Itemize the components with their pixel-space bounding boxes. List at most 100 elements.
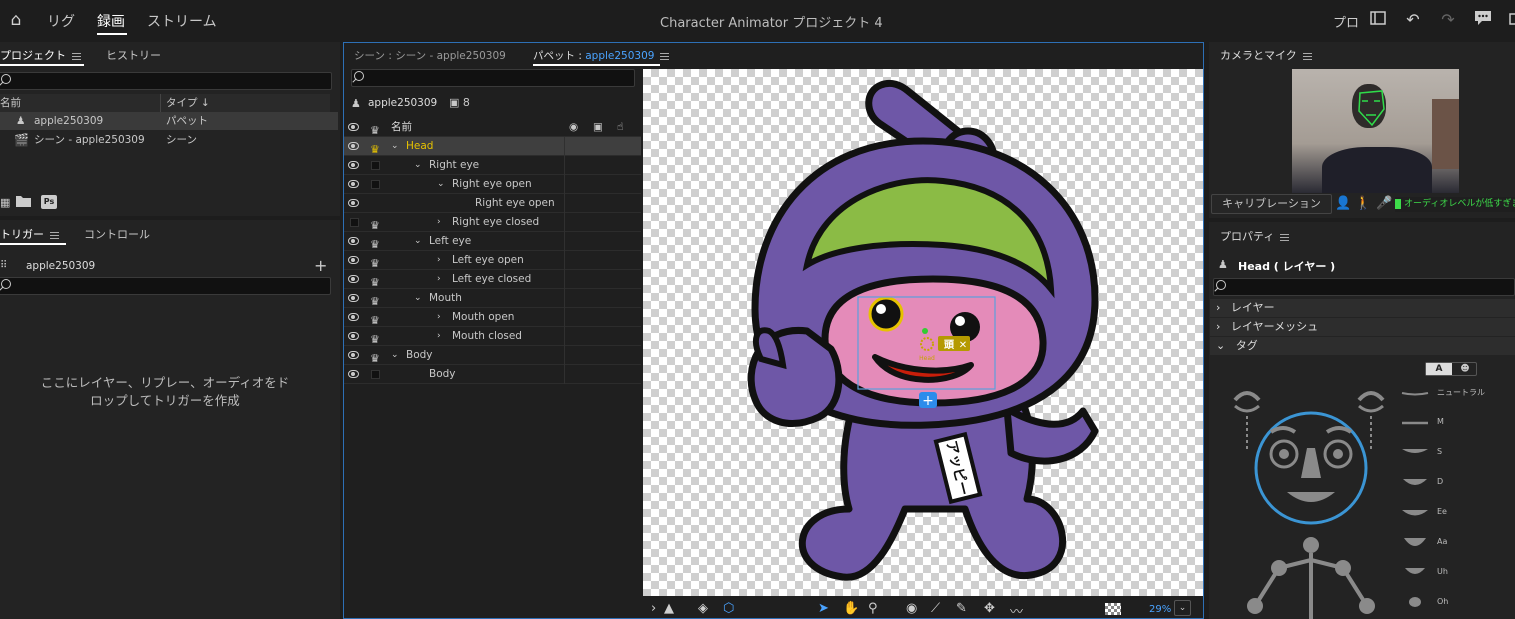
eye-icon[interactable] [348,199,359,207]
viseme-m-icon[interactable] [1400,419,1430,427]
eye-icon[interactable] [348,142,359,150]
chevron-right-icon[interactable]: › [437,308,441,327]
workspace-label[interactable]: プロ [1333,12,1359,31]
close-icon[interactable]: ✕ [959,340,967,351]
eye-icon[interactable] [348,351,359,359]
tab-puppet[interactable]: パペット : apple250309 [533,48,670,63]
layer-row[interactable]: ♛ › Mouth closed [344,327,641,346]
tab-record[interactable]: 録画 [97,11,125,31]
tab-trigger[interactable]: トリガー [0,226,59,242]
mesh-icon[interactable]: ◈ [698,601,708,616]
menu-icon[interactable] [50,231,59,239]
eye-icon[interactable] [348,370,359,378]
layer-row[interactable]: ♛ ⌄ Body [344,346,641,365]
eye-icon[interactable] [348,275,359,283]
panel-layout-icon[interactable] [1368,10,1388,30]
viseme-s-icon[interactable] [1400,447,1430,457]
viseme-uh-icon[interactable] [1400,566,1430,578]
text-view-button[interactable]: A [1426,363,1452,375]
project-item-scene[interactable]: 🎬 シーン - apple250309 シーン [0,131,338,149]
menu-icon[interactable] [72,52,81,60]
viseme-ee-icon[interactable] [1400,507,1430,519]
chevron-down-icon[interactable]: ⌄ [391,346,399,365]
tab-control[interactable]: コントロール [84,226,150,242]
stick-tool-icon[interactable]: ⟋ [931,601,940,616]
origin-icon[interactable]: ◉ [569,118,578,137]
new-item-icon[interactable]: ▦ [0,196,10,209]
tab-rig[interactable]: リグ [47,11,75,31]
handle-tool-icon[interactable]: ✥ [984,601,995,616]
tag-icon[interactable]: ▣ [593,118,603,137]
layer-row[interactable]: ♛ › Mouth open [344,308,641,327]
eye-icon[interactable] [348,313,359,321]
chevron-down-icon[interactable]: ⌄ [414,232,422,251]
dragger-tool-icon[interactable]: 〰 [1010,601,1023,619]
trigger-search-input[interactable] [0,277,331,295]
body-tracking-icon[interactable]: 🚶 [1355,196,1371,211]
viseme-d-icon[interactable] [1400,477,1430,489]
photoshop-icon[interactable]: Ps [41,195,57,209]
layer-row[interactable]: ♛ › Left eye open [344,251,641,270]
eye-icon[interactable] [348,123,359,131]
microphone-icon[interactable]: 🎤 [1376,196,1392,211]
transparency-grid-icon[interactable] [1105,603,1121,615]
layer-row[interactable]: ♛ › Right eye closed [344,213,641,232]
independent-box[interactable] [371,180,380,189]
zoom-tool-icon[interactable]: ⚲ [868,601,878,616]
column-name[interactable]: 名前 [0,94,21,112]
layer-row[interactable]: ♛ ⌄ Mouth [344,289,641,308]
pin-tool-icon[interactable]: ✎ [956,601,967,616]
redo-icon[interactable]: ↷ [1438,10,1458,30]
layer-row[interactable]: ♛ › Left eye closed [344,270,641,289]
eye-icon[interactable] [348,161,359,169]
section-tags[interactable]: ⌄ タグ [1210,337,1515,355]
eye-icon[interactable] [348,237,359,245]
add-trigger-button[interactable]: + [314,256,327,275]
undo-icon[interactable]: ↶ [1403,10,1423,30]
section-layer[interactable]: › レイヤー [1210,299,1515,317]
tag-face-diagram[interactable] [1225,380,1395,619]
warning-icon[interactable]: ▲ [664,601,674,616]
share-icon[interactable] [1505,10,1515,30]
tab-history[interactable]: ヒストリー [106,47,161,63]
chevron-down-icon[interactable]: ⌄ [437,175,445,194]
project-item-puppet[interactable]: ♟ apple250309 パペット [0,112,338,130]
zoom-level[interactable]: 29% [1149,604,1171,615]
layer-row[interactable]: Right eye open [344,194,641,213]
layer-search-input[interactable] [351,69,635,87]
home-icon[interactable]: ⌂ [6,10,26,30]
chevron-right-icon[interactable]: › [437,213,441,232]
column-type[interactable]: タイプ ↓ [160,94,210,112]
viseme-aa-icon[interactable] [1400,536,1430,550]
tab-stream[interactable]: ストリーム [147,11,217,31]
eye-icon[interactable] [348,294,359,302]
chevron-down-icon[interactable]: ⌄ [414,156,422,175]
independent-box[interactable] [371,370,380,379]
viseme-oh-icon[interactable] [1400,596,1430,608]
select-tool-icon[interactable]: ➤ [818,601,829,616]
chevron-right-icon[interactable]: › [437,251,441,270]
face-tracking-icon[interactable]: 👤 [1335,196,1351,211]
zoom-dropdown-icon[interactable]: ⌄ [1174,600,1191,616]
origin-tool-icon[interactable]: ◉ [906,601,917,616]
independent-box[interactable] [371,161,380,170]
visibility-off-box[interactable] [350,218,359,227]
eye-icon[interactable] [348,332,359,340]
chevron-down-icon[interactable]: ⌄ [391,137,399,156]
calibrate-button[interactable]: キャリブレーション [1211,194,1332,214]
layer-row[interactable]: ♛ ⌄ Head [344,137,641,156]
layer-row[interactable]: ♛ ⌄ Left eye [344,232,641,251]
chevron-right-icon[interactable]: › [437,270,441,289]
layer-row[interactable]: Body [344,365,641,384]
menu-icon[interactable] [1302,52,1312,60]
eye-icon[interactable] [348,256,359,264]
tab-scene[interactable]: シーン : シーン - apple250309 [354,48,506,63]
menu-icon[interactable] [1280,233,1290,241]
expand-icon[interactable]: › [651,601,656,616]
hand-tool-icon[interactable]: ✋ [843,601,859,616]
chevron-right-icon[interactable]: › [437,327,441,346]
viseme-neutral-icon[interactable] [1400,389,1430,397]
tag-view-toggle[interactable]: A ☻ [1425,362,1477,376]
tab-project[interactable]: プロジェクト [0,47,81,63]
puppet-canvas[interactable]: アッピー 頭 ✕ Head + [643,69,1203,596]
